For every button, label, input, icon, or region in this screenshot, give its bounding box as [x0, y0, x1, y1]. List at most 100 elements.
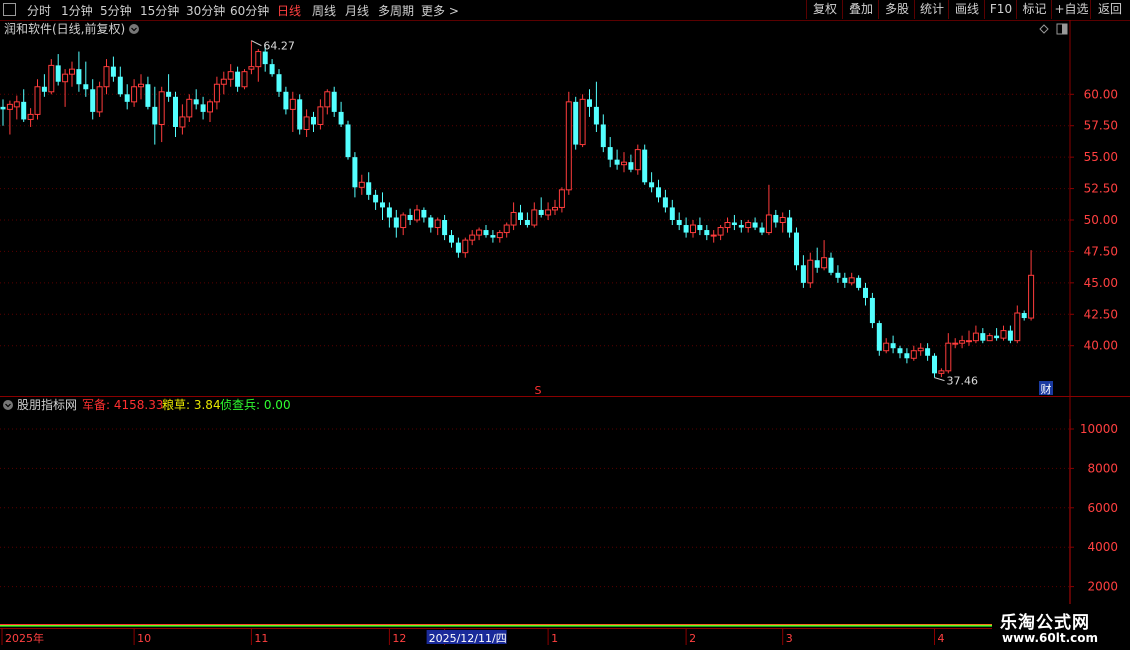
candle-down — [366, 182, 372, 195]
candle-down — [407, 214, 413, 220]
price-tick-label: 45.00 — [1084, 276, 1118, 290]
candle-up — [13, 101, 20, 108]
candle-down — [897, 348, 903, 354]
candle-down — [856, 277, 862, 288]
candle-up — [910, 350, 917, 359]
candle-up — [634, 149, 641, 171]
candle-up — [1000, 330, 1007, 339]
candle-down — [587, 99, 592, 107]
candle-down — [980, 333, 986, 341]
chevron-down-icon[interactable] — [129, 24, 139, 34]
indicator-tick-label: 6000 — [1087, 501, 1118, 515]
candle-down — [110, 66, 116, 77]
candle-down — [794, 232, 799, 266]
candle-down — [166, 91, 172, 97]
candle-down — [518, 212, 523, 220]
candle-up — [186, 98, 193, 118]
time-axis-label-1: 10 — [137, 632, 151, 645]
candle-down — [297, 99, 303, 130]
candle-down — [669, 207, 675, 220]
candle-up — [179, 116, 186, 128]
low-marker-line — [934, 377, 945, 382]
candle-down — [76, 69, 82, 85]
indicator-lines — [0, 419, 1071, 627]
candle-up — [48, 64, 55, 93]
candle-down — [173, 96, 178, 127]
candle-up — [807, 259, 814, 284]
main-panel-title: 润和软件(日线,前复权) — [4, 21, 125, 36]
candle-up — [986, 335, 993, 342]
price-tick-label: 57.50 — [1084, 119, 1118, 133]
candle-down — [1021, 313, 1027, 319]
price-tick-label: 55.00 — [1084, 150, 1118, 164]
candle-down — [752, 222, 758, 228]
candle-up — [400, 214, 407, 229]
candle-down — [83, 84, 89, 90]
candle-down — [386, 207, 392, 218]
candle-down — [90, 89, 96, 112]
candle-down — [345, 124, 351, 158]
chevron-down-icon[interactable] — [3, 400, 13, 410]
candle-down — [593, 106, 599, 125]
low-price-label: 37.46 — [947, 375, 979, 388]
candle-up — [69, 68, 75, 75]
candle-down — [800, 265, 806, 283]
candle-up — [552, 206, 558, 211]
high-marker-line — [251, 40, 262, 47]
candle-down — [428, 217, 434, 228]
candle-up — [303, 116, 310, 130]
candle-down — [262, 51, 268, 65]
candle-down — [731, 222, 737, 226]
candle-up — [724, 222, 731, 229]
candle-down — [642, 149, 648, 183]
time-axis-label-0: 2025年 — [5, 631, 44, 645]
candle-down — [41, 86, 47, 92]
candlestick-series — [0, 40, 1035, 378]
candle-down — [787, 217, 793, 233]
candle-down — [835, 272, 841, 278]
candle-up — [220, 78, 227, 85]
candle-down — [1007, 330, 1013, 341]
candle-up — [414, 209, 420, 221]
candle-up — [545, 209, 552, 216]
candle-down — [0, 106, 6, 110]
candle-up — [227, 71, 234, 80]
candle-up — [324, 91, 331, 108]
candle-down — [352, 157, 358, 188]
candle-up — [821, 257, 828, 269]
candle-up — [138, 83, 144, 88]
candle-down — [932, 355, 937, 374]
candle-up — [34, 86, 41, 115]
candle-up — [131, 86, 138, 103]
candle-up — [938, 370, 945, 374]
candle-down — [524, 220, 530, 226]
candle-up — [317, 106, 324, 125]
candle-up — [848, 277, 855, 284]
candle-up — [690, 224, 696, 234]
candle-down — [683, 225, 689, 233]
time-axis-label-7: 3 — [786, 632, 793, 645]
candle-up — [476, 229, 483, 236]
candle-down — [656, 187, 661, 198]
fin-badge: 财 — [1041, 382, 1052, 396]
candle-up — [248, 66, 255, 70]
candle-down — [814, 260, 820, 268]
candle-up — [496, 232, 503, 239]
high-price-label: 64.27 — [263, 40, 295, 53]
price-tick-label: 47.50 — [1084, 244, 1118, 258]
candle-down — [925, 348, 931, 356]
candle-up — [358, 181, 365, 188]
candle-up — [62, 73, 69, 83]
candle-down — [759, 227, 765, 233]
candle-down — [828, 257, 834, 273]
diamond-icon[interactable] — [1039, 24, 1049, 34]
candle-up — [966, 340, 972, 343]
candle-up — [1014, 312, 1021, 342]
candle-down — [117, 76, 123, 95]
candle-up — [158, 91, 165, 125]
candle-up — [579, 98, 586, 146]
candle-down — [863, 287, 868, 298]
candle-down — [200, 104, 206, 112]
candle-up — [531, 209, 538, 226]
candle-up — [503, 224, 510, 234]
